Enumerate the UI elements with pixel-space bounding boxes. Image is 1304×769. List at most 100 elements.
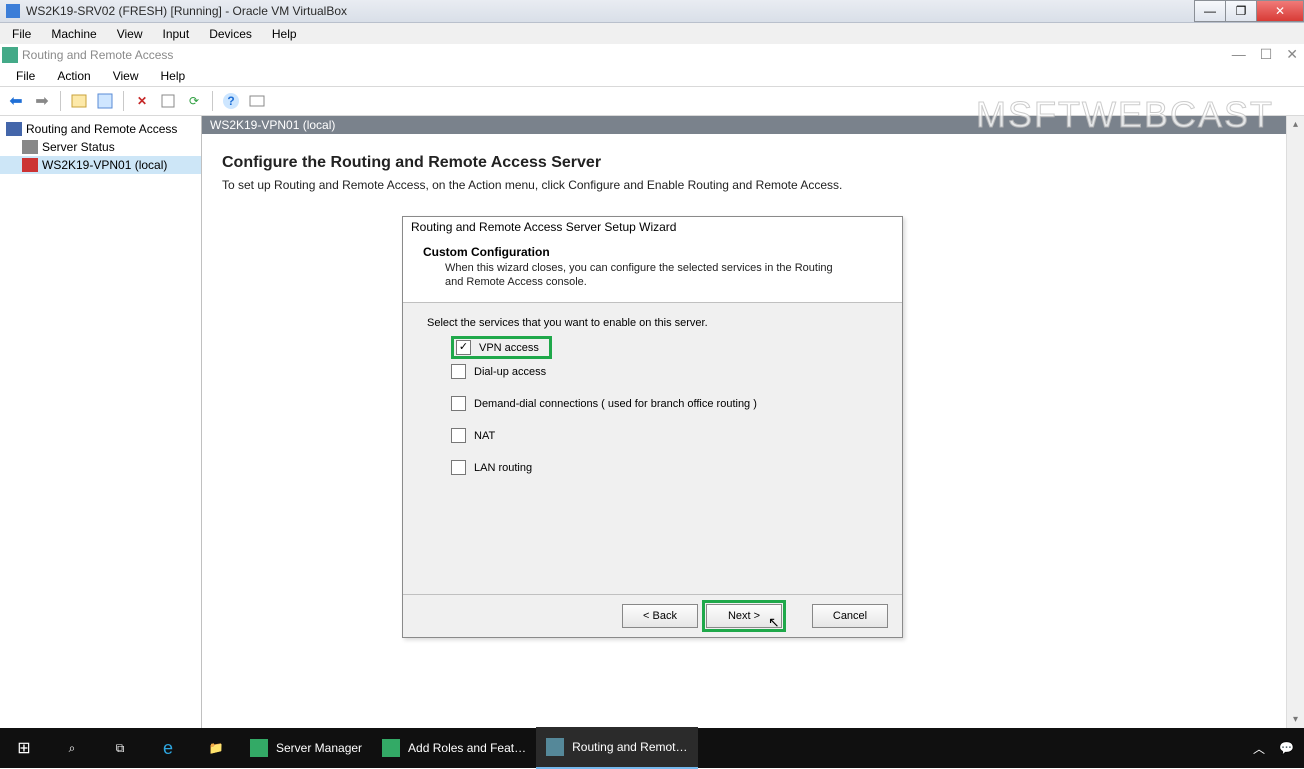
vb-menu-file[interactable]: File [4,25,39,43]
tree-server-status[interactable]: Server Status [0,138,201,156]
task-add-roles-label: Add Roles and Feat… [408,741,526,755]
rras-task-icon [546,738,564,756]
tree-status-label: Server Status [42,140,115,154]
search-icon: ⌕ [69,741,76,756]
lan-routing-checkbox[interactable] [451,460,466,475]
nat-row: NAT [451,427,878,445]
scroll-down-button[interactable]: ▾ [1287,711,1304,728]
dialup-access-row: Dial-up access [451,363,878,381]
task-add-roles[interactable]: Add Roles and Feat… [372,728,536,768]
vb-close-button[interactable]: ✕ [1256,0,1304,22]
wizard-titlebar: Routing and Remote Access Server Setup W… [403,217,902,237]
file-explorer-button[interactable]: 📁 [192,728,240,768]
toolbar-separator [212,91,213,111]
start-button[interactable]: ⊞ [0,728,48,768]
mmc-title: Routing and Remote Access [22,48,173,62]
nav-back-button[interactable]: ⬅ [4,89,28,113]
vb-minimize-button[interactable]: — [1194,0,1226,22]
vb-menu-input[interactable]: Input [155,25,198,43]
mmc-menu-view[interactable]: View [103,67,149,85]
wizard-body: Select the services that you want to ena… [403,303,902,477]
mmc-menu-help[interactable]: Help [151,67,196,85]
demand-dial-checkbox[interactable] [451,396,466,411]
ie-icon: e [163,738,173,759]
wizard-header-subtitle: When this wizard closes, you can configu… [445,261,845,290]
lan-routing-row: LAN routing [451,459,878,477]
vb-maximize-button[interactable]: ❐ [1225,0,1257,22]
task-view-button[interactable]: ⧉ [96,728,144,768]
vb-menu-machine[interactable]: Machine [43,25,104,43]
tree-server-node[interactable]: WS2K19-VPN01 (local) [0,156,201,174]
properties-button[interactable] [93,89,117,113]
help-button[interactable]: ? [219,89,243,113]
nav-forward-button[interactable]: ➡ [30,89,54,113]
task-rras-label: Routing and Remot… [572,740,687,754]
extra-toolbar-button[interactable] [245,89,269,113]
nat-label: NAT [474,430,495,442]
guest-desktop: Routing and Remote Access — ☐ ✕ File Act… [0,44,1304,768]
folder-icon: 📁 [209,741,224,755]
server-status-icon [22,140,38,154]
tree-pane: Routing and Remote Access Server Status … [0,116,202,728]
virtualbox-titlebar: WS2K19-SRV02 (FRESH) [Running] - Oracle … [0,0,1304,23]
tray-chevron-up-icon[interactable]: ︿ [1253,740,1265,757]
dialup-access-label: Dial-up access [474,366,546,378]
task-server-manager-label: Server Manager [276,741,362,755]
mmc-minimize-button[interactable]: — [1232,46,1246,63]
mmc-titlebar: Routing and Remote Access — ☐ ✕ [0,44,1304,66]
tree-root[interactable]: Routing and Remote Access [0,120,201,138]
content-title: Configure the Routing and Remote Access … [222,154,601,172]
tree-server-label: WS2K19-VPN01 (local) [42,158,167,172]
mmc-maximize-button[interactable]: ☐ [1260,46,1273,63]
rras-root-icon [6,122,22,136]
lan-routing-label: LAN routing [474,462,532,474]
tree-root-label: Routing and Remote Access [26,122,177,136]
mmc-close-button[interactable]: ✕ [1286,46,1298,63]
vpn-access-highlight: VPN access [451,336,552,359]
back-button[interactable]: < Back [622,604,698,628]
vpn-access-label: VPN access [479,342,539,354]
demand-dial-label: Demand-dial connections ( used for branc… [474,398,757,410]
next-button[interactable]: Next > [706,604,782,628]
vb-menu-help[interactable]: Help [264,25,305,43]
cancel-button[interactable]: Cancel [812,604,888,628]
search-button[interactable]: ⌕ [48,728,96,768]
wizard-footer: < Back Next > Cancel [403,594,902,637]
virtualbox-title: WS2K19-SRV02 (FRESH) [Running] - Oracle … [26,4,347,18]
wizard-intro-text: Select the services that you want to ena… [427,317,878,329]
virtualbox-icon [6,4,20,18]
task-view-icon: ⧉ [116,741,125,756]
show-hide-tree-button[interactable] [67,89,91,113]
wizard-dialog: Routing and Remote Access Server Setup W… [402,216,903,638]
toolbar-separator [123,91,124,111]
mmc-menubar: File Action View Help [0,66,1304,86]
refresh-green-button[interactable]: ⟳ [182,89,206,113]
delete-button[interactable]: ✕ [130,89,154,113]
toolbar-separator [60,91,61,111]
demand-dial-row: Demand-dial connections ( used for branc… [451,395,878,413]
dialup-access-checkbox[interactable] [451,364,466,379]
vb-menu-devices[interactable]: Devices [201,25,260,43]
vpn-access-row: VPN access [451,339,878,357]
mmc-menu-file[interactable]: File [6,67,45,85]
task-rras[interactable]: Routing and Remot… [536,727,697,769]
wizard-header: Custom Configuration When this wizard cl… [403,237,902,303]
mmc-menu-action[interactable]: Action [47,67,100,85]
task-server-manager[interactable]: Server Manager [240,728,372,768]
virtualbox-menubar: File Machine View Input Devices Help [0,23,1304,46]
start-icon: ⊞ [17,738,30,758]
ie-button[interactable]: e [144,728,192,768]
taskbar: ⊞ ⌕ ⧉ e 📁 Server Manager Add Roles and F… [0,728,1304,768]
refresh-button[interactable] [156,89,180,113]
rras-app-icon [2,47,18,63]
tray-notifications-icon[interactable]: 💬 [1279,741,1294,755]
server-manager-icon [250,739,268,757]
add-roles-icon [382,739,400,757]
watermark-text: MSFTWEBCAST [976,94,1274,136]
vpn-access-checkbox[interactable] [456,340,471,355]
scroll-up-button[interactable]: ▴ [1287,116,1304,133]
system-tray: ︿ 💬 [1253,740,1304,757]
vb-menu-view[interactable]: View [109,25,151,43]
content-scrollbar[interactable]: ▴ ▾ [1286,116,1304,728]
nat-checkbox[interactable] [451,428,466,443]
